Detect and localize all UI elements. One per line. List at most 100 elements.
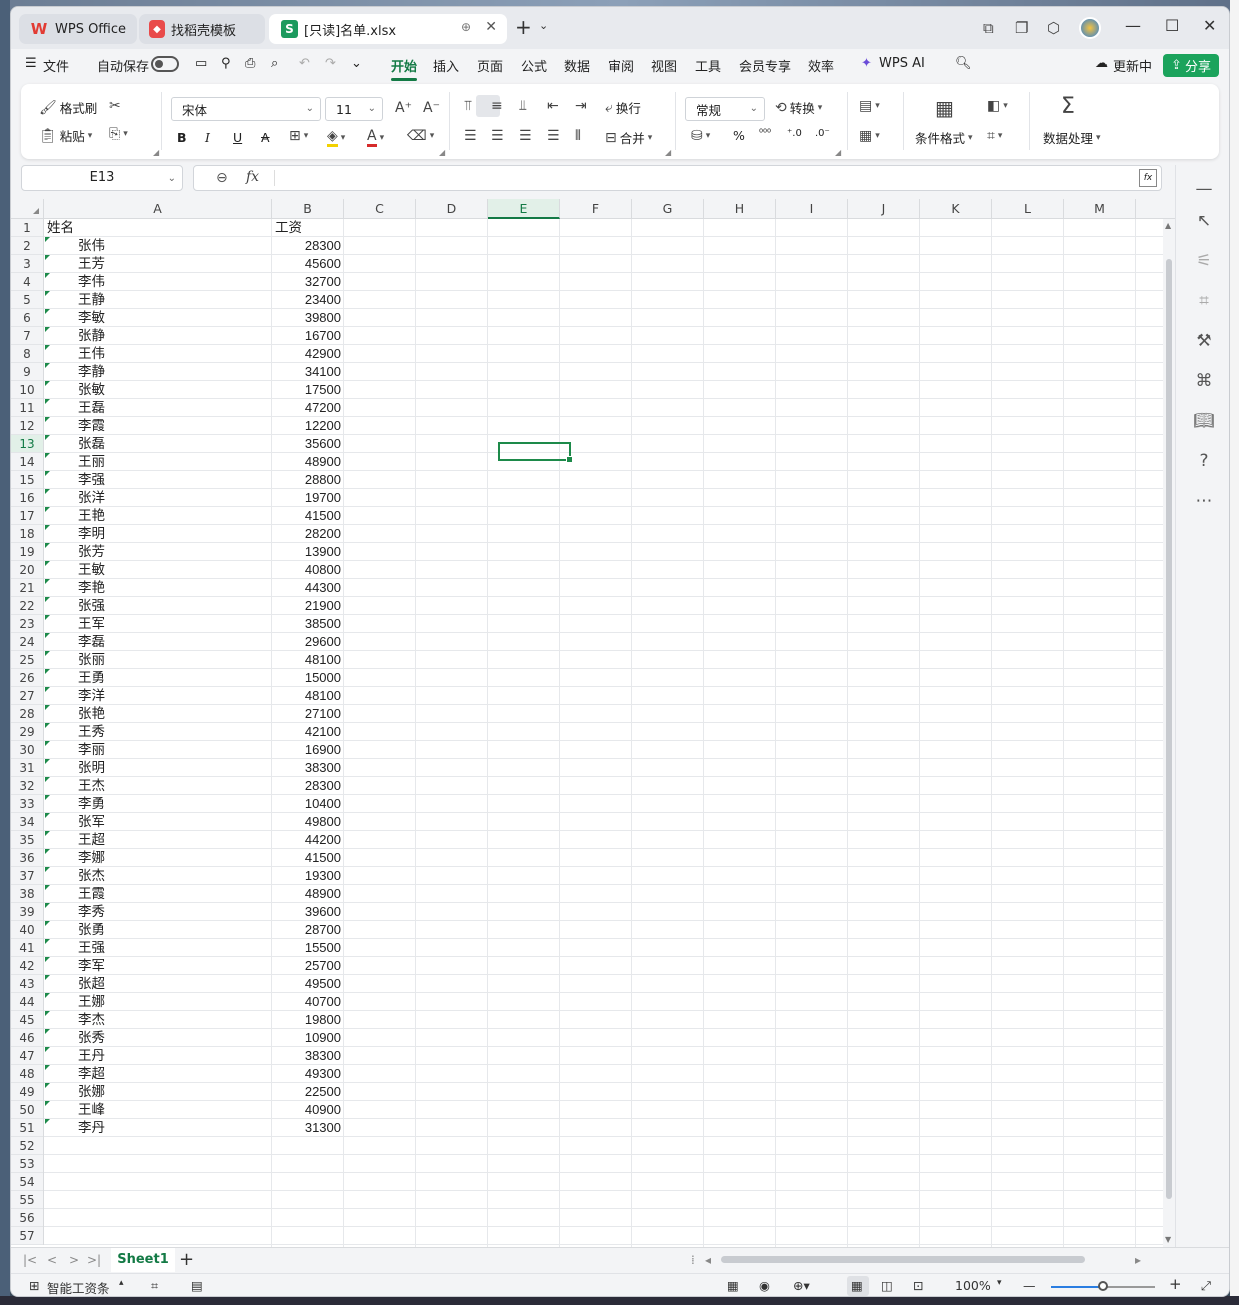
cell-name[interactable]: 张勇 bbox=[44, 921, 272, 939]
select-cursor-icon[interactable]: ↖ bbox=[1192, 211, 1216, 231]
focus-icon[interactable]: ⊕▾ bbox=[793, 1278, 810, 1293]
cell-name[interactable]: 张芳 bbox=[44, 543, 272, 561]
page-layout-icon[interactable]: ◫ bbox=[881, 1278, 893, 1293]
redo-icon[interactable]: ↷ bbox=[325, 56, 336, 71]
cell-salary[interactable]: 48100 bbox=[272, 687, 344, 705]
cell-salary[interactable]: 48900 bbox=[272, 885, 344, 903]
menu-view[interactable]: 视图 bbox=[651, 56, 677, 75]
header-cell-name[interactable]: 姓名 bbox=[44, 219, 272, 237]
cell-salary[interactable]: 23400 bbox=[272, 291, 344, 309]
cell-salary[interactable]: 44200 bbox=[272, 831, 344, 849]
menu-home[interactable]: 开始 bbox=[391, 56, 417, 75]
copy-button[interactable]: ⎘ ▾ bbox=[109, 126, 128, 142]
row-col-button[interactable]: ▤ ▾ bbox=[859, 98, 880, 114]
page-break-icon[interactable]: ⊡ bbox=[913, 1278, 923, 1293]
align-top-button[interactable]: ⫪ bbox=[464, 98, 472, 114]
scroll-right-icon[interactable]: ▸ bbox=[1135, 1253, 1141, 1267]
align-center-button[interactable]: ☰ bbox=[491, 128, 504, 144]
maximize-icon[interactable]: ☐ bbox=[1165, 16, 1179, 35]
cell-salary[interactable]: 48100 bbox=[272, 651, 344, 669]
cell-name[interactable]: 李秀 bbox=[44, 903, 272, 921]
zoom-level[interactable]: 100% bbox=[955, 1278, 991, 1293]
convert-button[interactable]: ⟲ 转换 ▾ bbox=[775, 98, 822, 117]
cell-name[interactable]: 李敏 bbox=[44, 309, 272, 327]
last-sheet-icon[interactable]: >| bbox=[87, 1253, 101, 1267]
cell-salary[interactable]: 28800 bbox=[272, 471, 344, 489]
row-header[interactable]: 55 bbox=[11, 1191, 43, 1209]
number-format-select[interactable]: 常规 ⌄ bbox=[685, 97, 765, 121]
dialog-launcher-icon[interactable]: ◢ bbox=[835, 148, 841, 157]
column-header-g[interactable]: G bbox=[632, 199, 704, 219]
zoom-in-icon[interactable]: + bbox=[1169, 1275, 1182, 1293]
tab-templates[interactable]: ◆ 找稻壳模板 bbox=[139, 14, 265, 44]
hscroll-handle-icon[interactable]: ⁞ bbox=[691, 1253, 695, 1267]
cell-name[interactable]: 李勇 bbox=[44, 795, 272, 813]
row-header[interactable]: 46 bbox=[11, 1029, 43, 1047]
cell-name[interactable]: 张超 bbox=[44, 975, 272, 993]
column-header-l[interactable]: L bbox=[992, 199, 1064, 219]
cell-name[interactable]: 李丽 bbox=[44, 741, 272, 759]
cell-salary[interactable]: 44300 bbox=[272, 579, 344, 597]
row-header[interactable]: 27 bbox=[11, 687, 43, 705]
row-header[interactable]: 35 bbox=[11, 831, 43, 849]
cell-name[interactable]: 张杰 bbox=[44, 867, 272, 885]
align-middle-button[interactable]: ≡ bbox=[491, 98, 503, 114]
cell-salary[interactable]: 47200 bbox=[272, 399, 344, 417]
row-header[interactable]: 52 bbox=[11, 1137, 43, 1155]
cell-name[interactable]: 李霞 bbox=[44, 417, 272, 435]
cut-button[interactable]: ✂ bbox=[109, 98, 121, 114]
row-header[interactable]: 42 bbox=[11, 957, 43, 975]
save-icon[interactable]: ▭ bbox=[195, 56, 207, 71]
cube-icon[interactable]: ⬡ bbox=[1047, 19, 1060, 37]
row-header[interactable]: 23 bbox=[11, 615, 43, 633]
data-processing-button[interactable]: 数据处理 ▾ bbox=[1043, 128, 1101, 147]
cell-name[interactable]: 王娜 bbox=[44, 993, 272, 1011]
autosave-toggle[interactable] bbox=[151, 56, 179, 72]
chevron-up-icon[interactable]: ▴ bbox=[119, 1278, 124, 1288]
cell-salary[interactable]: 15000 bbox=[272, 669, 344, 687]
close-window-icon[interactable]: ✕ bbox=[1203, 16, 1216, 35]
increase-font-button[interactable]: A⁺ bbox=[395, 100, 412, 116]
cell-name[interactable]: 张娜 bbox=[44, 1083, 272, 1101]
zoom-slider[interactable] bbox=[1051, 1281, 1155, 1291]
row-header[interactable]: 44 bbox=[11, 993, 43, 1011]
table-style-button[interactable]: ▦ ▾ bbox=[859, 128, 880, 144]
cell-salary[interactable]: 40900 bbox=[272, 1101, 344, 1119]
book-icon[interactable]: 📖︎ bbox=[1192, 411, 1216, 431]
row-header[interactable]: 29 bbox=[11, 723, 43, 741]
bold-button[interactable]: B bbox=[177, 130, 187, 145]
cell-salary[interactable]: 48900 bbox=[272, 453, 344, 471]
row-header[interactable]: 19 bbox=[11, 543, 43, 561]
menu-formula[interactable]: 公式 bbox=[521, 56, 547, 75]
cell-name[interactable]: 张静 bbox=[44, 327, 272, 345]
cell-name[interactable]: 张明 bbox=[44, 759, 272, 777]
fill-color-button[interactable]: ◈ ▾ bbox=[327, 128, 345, 147]
scroll-down-icon[interactable]: ▼ bbox=[1165, 1235, 1171, 1244]
cell-salary[interactable]: 38300 bbox=[272, 759, 344, 777]
row-header[interactable]: 45 bbox=[11, 1011, 43, 1029]
chevron-down-icon[interactable]: ⌄ bbox=[539, 19, 548, 32]
column-header-i[interactable]: I bbox=[776, 199, 848, 219]
row-header[interactable]: 33 bbox=[11, 795, 43, 813]
cell-salary[interactable]: 10400 bbox=[272, 795, 344, 813]
cell-name[interactable]: 李娜 bbox=[44, 849, 272, 867]
more-icon[interactable]: ⋯ bbox=[1192, 491, 1216, 511]
decrease-font-button[interactable]: A⁻ bbox=[423, 100, 440, 116]
normal-view-icon[interactable]: ▦ bbox=[851, 1278, 863, 1293]
row-header[interactable]: 34 bbox=[11, 813, 43, 831]
row-header[interactable]: 38 bbox=[11, 885, 43, 903]
cell-name[interactable]: 张强 bbox=[44, 597, 272, 615]
cell-name[interactable]: 张敏 bbox=[44, 381, 272, 399]
cell-name[interactable]: 王丹 bbox=[44, 1047, 272, 1065]
cell-salary[interactable]: 49800 bbox=[272, 813, 344, 831]
row-header[interactable]: 54 bbox=[11, 1173, 43, 1191]
row-header[interactable]: 7 bbox=[11, 327, 43, 345]
cell-name[interactable]: 王峰 bbox=[44, 1101, 272, 1119]
cell-salary[interactable]: 38500 bbox=[272, 615, 344, 633]
row-header[interactable]: 15 bbox=[11, 471, 43, 489]
cell-salary[interactable]: 12200 bbox=[272, 417, 344, 435]
cell-name[interactable]: 王艳 bbox=[44, 507, 272, 525]
column-header-h[interactable]: H bbox=[704, 199, 776, 219]
align-right-button[interactable]: ☰ bbox=[519, 128, 532, 144]
cell-name[interactable]: 李艳 bbox=[44, 579, 272, 597]
